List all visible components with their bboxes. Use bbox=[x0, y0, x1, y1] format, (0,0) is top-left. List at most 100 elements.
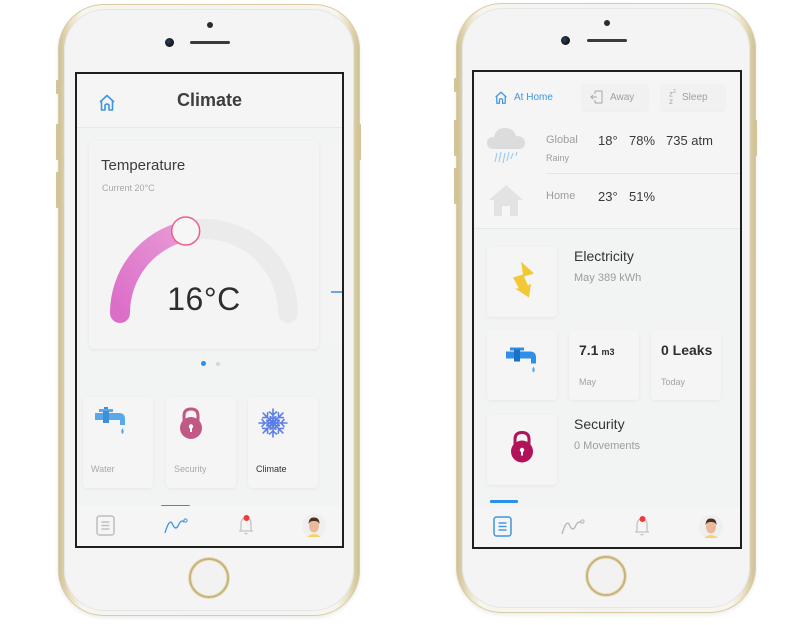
exit-door-icon bbox=[590, 90, 603, 104]
rain-cloud-icon bbox=[486, 125, 528, 172]
tab-list[interactable] bbox=[490, 514, 518, 542]
tab-bar bbox=[474, 507, 740, 547]
security-tile[interactable] bbox=[487, 415, 557, 485]
user-avatar-icon bbox=[302, 514, 326, 538]
notification-badge bbox=[243, 515, 250, 521]
home-humidity: 51% bbox=[629, 189, 656, 204]
weather-home-label: Home bbox=[546, 190, 576, 202]
tile-label: Water bbox=[91, 464, 115, 474]
house-icon bbox=[488, 183, 524, 222]
home-outline-icon bbox=[495, 91, 507, 104]
volume-up-button bbox=[56, 124, 59, 160]
carousel-pager bbox=[77, 361, 342, 367]
global-pressure: 735 atm bbox=[666, 133, 713, 148]
home-temperature: 23° bbox=[598, 189, 618, 204]
water-usage-value: 7.1 m3 bbox=[579, 342, 614, 358]
home-button[interactable] bbox=[586, 556, 626, 596]
next-card-chart-line bbox=[331, 291, 342, 293]
water-tile[interactable] bbox=[487, 330, 557, 400]
chart-line-icon bbox=[164, 518, 188, 534]
setpoint-temperature: 16°C bbox=[167, 281, 241, 317]
mode-label: Sleep bbox=[682, 91, 708, 103]
page-title: Climate bbox=[176, 90, 243, 110]
water-leaks-card[interactable]: 0 Leaks Today bbox=[651, 330, 721, 400]
earpiece-speaker bbox=[190, 41, 230, 44]
tile-label: Security bbox=[174, 464, 207, 474]
earpiece-speaker bbox=[587, 39, 627, 42]
dial-knob[interactable] bbox=[170, 216, 201, 246]
proximity-sensor bbox=[207, 22, 213, 28]
mode-at-home[interactable]: At Home bbox=[486, 84, 561, 110]
chart-line-icon bbox=[561, 519, 585, 535]
weather-divider bbox=[546, 173, 740, 174]
tile-label: Climate bbox=[256, 464, 287, 474]
padlock-icon bbox=[178, 407, 204, 446]
tab-notifications[interactable] bbox=[630, 514, 658, 542]
tab-profile[interactable] bbox=[698, 514, 726, 542]
electricity-usage: May 389 kWh bbox=[574, 272, 642, 284]
pager-dot-active[interactable] bbox=[201, 361, 206, 366]
mode-away[interactable]: Away bbox=[582, 84, 648, 110]
security-title: Security bbox=[574, 416, 625, 432]
weather-panel: Global 18° 78% 735 atm Rainy Home 23° 51… bbox=[474, 117, 740, 229]
front-camera bbox=[165, 38, 174, 47]
snowflake-icon bbox=[257, 407, 289, 444]
tile-climate[interactable]: Climate bbox=[248, 397, 318, 488]
tile-security[interactable]: Security bbox=[166, 397, 236, 488]
power-button bbox=[358, 124, 361, 160]
water-leaks-value: 0 Leaks bbox=[661, 342, 713, 358]
electricity-title: Electricity bbox=[574, 248, 634, 264]
pager-dot[interactable] bbox=[216, 362, 220, 366]
security-info: Security 0 Movements bbox=[574, 416, 640, 452]
temperature-title: Temperature bbox=[101, 157, 186, 174]
tab-bar bbox=[77, 506, 342, 546]
list-document-icon bbox=[493, 516, 512, 537]
mute-switch bbox=[56, 80, 59, 94]
list-document-icon bbox=[96, 515, 115, 536]
tab-profile[interactable] bbox=[301, 513, 329, 541]
water-faucet-icon bbox=[95, 407, 127, 446]
tab-list[interactable] bbox=[93, 513, 121, 541]
current-temperature: Current 20°C bbox=[102, 183, 155, 193]
active-tab-indicator bbox=[490, 500, 518, 503]
tab-notifications[interactable] bbox=[234, 513, 262, 541]
electricity-tile[interactable] bbox=[487, 247, 557, 317]
electricity-info: Electricity May 389 kWh bbox=[574, 248, 641, 284]
sleep-zzz-icon: zz z bbox=[669, 89, 676, 106]
front-camera bbox=[561, 36, 570, 45]
volume-up-button bbox=[454, 120, 457, 156]
next-card-peek[interactable] bbox=[330, 141, 342, 349]
bell-notification-icon bbox=[239, 515, 253, 535]
weather-global-label: Global bbox=[546, 134, 578, 146]
mode-selector: At Home Away zz z Sleep bbox=[474, 72, 740, 122]
screen-dashboard: At Home Away zz z Sleep Global 18° 78% 73… bbox=[472, 70, 742, 549]
padlock-icon bbox=[509, 430, 535, 470]
user-avatar-icon bbox=[699, 515, 723, 539]
lightning-bolt-icon bbox=[509, 261, 535, 303]
water-usage-period: May bbox=[579, 377, 597, 387]
usage-number: 7.1 bbox=[579, 342, 599, 358]
tile-water[interactable]: Water bbox=[83, 397, 153, 488]
water-leaks-period: Today bbox=[661, 377, 686, 387]
volume-down-button bbox=[56, 172, 59, 208]
home-button[interactable] bbox=[189, 558, 229, 598]
global-humidity: 78% bbox=[629, 133, 656, 148]
tab-chart[interactable] bbox=[163, 513, 191, 541]
tab-chart[interactable] bbox=[560, 514, 588, 542]
water-faucet-icon bbox=[506, 346, 538, 385]
temperature-card: Temperature Current 20°C 16°C bbox=[89, 141, 319, 349]
volume-down-button bbox=[454, 168, 457, 204]
mute-switch bbox=[454, 78, 457, 92]
notification-badge bbox=[639, 516, 646, 522]
water-usage-card[interactable]: 7.1 m3 May bbox=[569, 330, 639, 400]
mode-label: Away bbox=[610, 91, 635, 103]
app-header: Climate bbox=[77, 74, 342, 128]
weather-condition: Rainy bbox=[546, 153, 570, 163]
proximity-sensor bbox=[604, 20, 610, 26]
screen-climate: Climate Temperature Current 20°C 16°C Wa… bbox=[75, 72, 344, 548]
usage-unit: m3 bbox=[601, 347, 615, 357]
bell-notification-icon bbox=[635, 516, 649, 536]
global-temperature: 18° bbox=[598, 133, 618, 148]
mode-sleep[interactable]: zz z Sleep bbox=[661, 84, 725, 110]
security-movements: 0 Movements bbox=[574, 440, 641, 452]
